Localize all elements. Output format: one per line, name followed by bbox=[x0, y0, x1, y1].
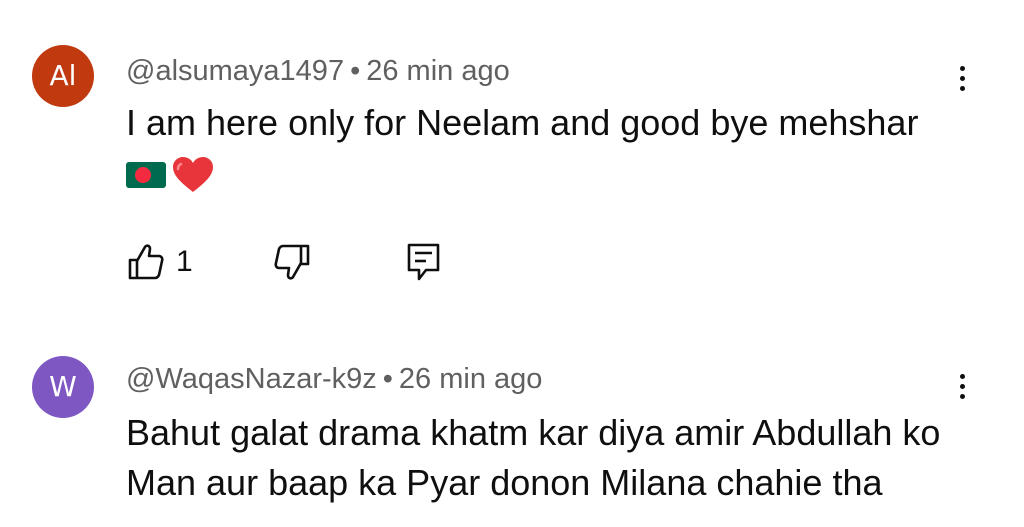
red-heart-icon bbox=[173, 157, 213, 192]
more-options-icon-dot bbox=[959, 85, 965, 91]
reply-icon bbox=[407, 243, 440, 281]
thumbs-down-icon bbox=[274, 244, 310, 280]
avatar[interactable]: Al bbox=[32, 45, 94, 107]
more-options-button[interactable] bbox=[942, 366, 982, 406]
comment-time: 26 min ago bbox=[398, 363, 543, 395]
author-handle[interactable]: @WaqasNazar-k9z bbox=[126, 363, 377, 395]
author-handle[interactable]: @alsumaya1497 bbox=[126, 55, 344, 87]
comment-emojis bbox=[126, 156, 214, 194]
comment-text: I am here only for Neelam and good bye m… bbox=[126, 102, 919, 143]
more-options-icon-dot bbox=[959, 393, 965, 399]
thumbs-up-icon bbox=[128, 244, 164, 280]
bangladesh-flag-icon bbox=[126, 162, 166, 188]
more-options-icon-dot bbox=[959, 75, 965, 81]
more-options-icon bbox=[959, 65, 965, 71]
more-options-icon bbox=[959, 373, 965, 379]
comment-meta: @WaqasNazar-k9z • 26 min ago bbox=[126, 362, 542, 396]
comment-meta: @alsumaya1497 • 26 min ago bbox=[126, 54, 510, 88]
reply-button[interactable] bbox=[406, 240, 442, 284]
more-options-icon-dot bbox=[959, 383, 965, 389]
meta-separator: • bbox=[382, 363, 393, 395]
meta-separator: • bbox=[350, 55, 361, 87]
comment-actions: 1 bbox=[126, 240, 466, 284]
like-button[interactable]: 1 bbox=[126, 240, 193, 284]
comment-text: Bahut galat drama khatm kar diya amir Ab… bbox=[126, 412, 941, 503]
dislike-button[interactable] bbox=[272, 240, 312, 284]
comment-item: Al @alsumaya1497 • 26 min ago I am here on… bbox=[0, 0, 1024, 320]
like-count: 1 bbox=[176, 245, 193, 278]
avatar[interactable]: W bbox=[32, 356, 94, 418]
comment-item: W @WaqasNazar-k9z • 26 min ago Bahut galat… bbox=[0, 320, 1024, 527]
comment-time: 26 min ago bbox=[366, 55, 510, 87]
more-options-button[interactable] bbox=[942, 58, 982, 98]
